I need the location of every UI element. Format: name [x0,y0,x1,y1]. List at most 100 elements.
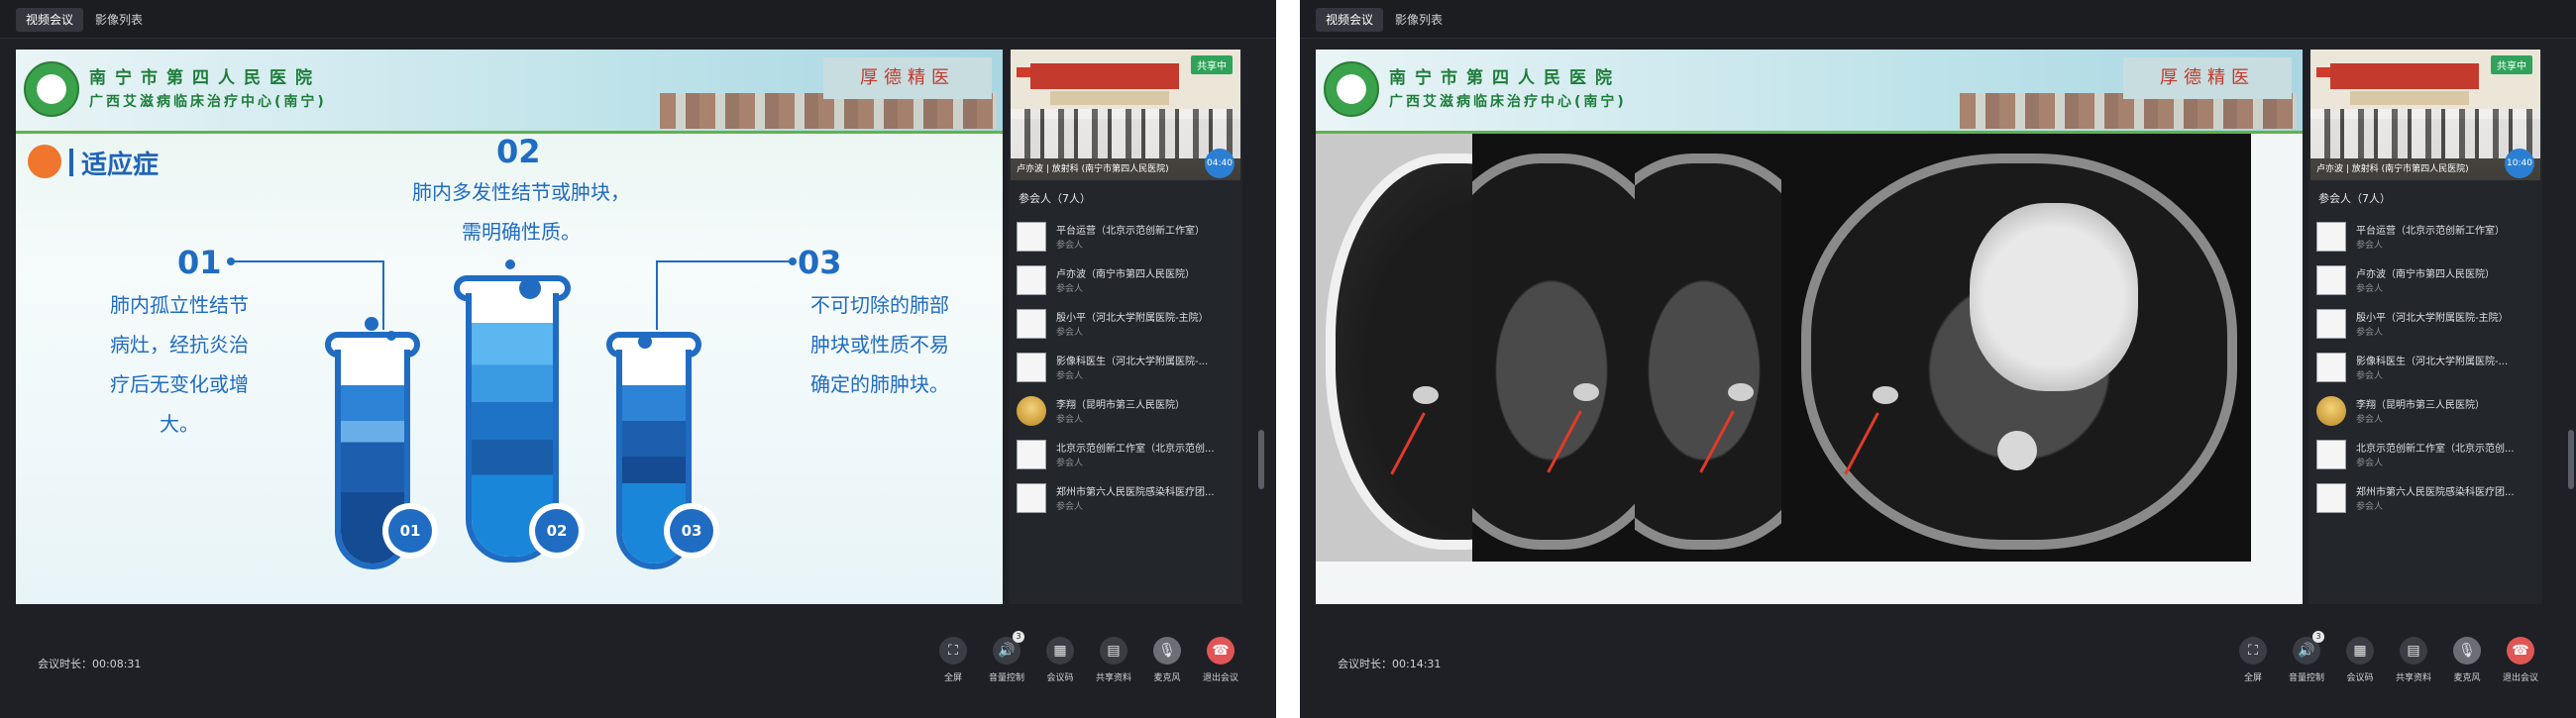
participant-item[interactable]: 平台运营（北京示范创新工作室） 参会人 [2316,220,2536,263]
microphone-icon: 🎙 [2453,637,2481,665]
meeting-code-button[interactable]: ▦ 会议码 [1040,637,1080,683]
participant-name: 影像科医生（河北大学附属医院-... [2356,357,2509,367]
avatar [2316,222,2346,252]
ct-spine [1997,431,2037,470]
hospital-name: 南宁市第四人民医院 [1389,68,1621,88]
timer-badge: 10:40 [2505,149,2534,178]
tab-image-list[interactable]: 影像列表 [1385,8,1452,32]
tab-video-meeting[interactable]: 视频会议 [16,8,84,32]
participant-name: 殷小平（河北大学附属医院-主院） [1056,313,1209,324]
speaker-video[interactable]: 共享中 卢亦波 | 放射科 (南宁市第四人民医院) 04:40 [1011,50,1240,180]
slide-header: 南宁市第四人民医院 广西艾滋病临床治疗中心(南宁) 厚德精医 [1316,50,2303,134]
item-03-line-3: 确定的肺肿块。 [810,372,949,396]
tube-label-03: 03 [664,503,719,559]
meeting-duration: 会议时长：00:08:31 [38,658,142,670]
fullscreen-icon: ⛶ [939,637,967,665]
tab-image-list[interactable]: 影像列表 [85,8,153,32]
magnifier-icon [28,145,61,178]
participant-item[interactable]: 郑州市第六人民医院感染科医疗团... 参会人 [1017,481,1236,525]
participant-name: 郑州市第六人民医院感染科医疗团... [2356,487,2515,498]
participant-name: 平台运营（北京示范创新工作室） [2356,226,2505,237]
speaker-video[interactable]: 共享中 卢亦波 | 放射科 (南宁市第四人民医院) 10:40 [2310,50,2540,180]
participant-item[interactable]: 卢亦波（南宁市第四人民医院） 参会人 [2316,263,2536,307]
participant-name: 李翔（昆明市第三人民医院） [2356,400,2485,411]
scrollbar[interactable] [1258,430,1264,489]
tube-01-bubble-2 [386,331,396,341]
share-material-button[interactable]: ▤ 共享资料 [2394,637,2433,683]
volume-button[interactable]: 🔊 3 音量控制 [2287,631,2326,683]
item-text-02: 肺内多发性结节或肿块， 需明确性质。 [373,172,670,252]
item-number-03: 03 [798,244,842,281]
ct-image-full-chest [1781,134,2251,562]
leave-meeting-button[interactable]: ☎ 退出会议 [2501,637,2540,683]
ct-chest [1635,154,1781,550]
scrollbar[interactable] [2568,430,2574,489]
avatar [2316,353,2346,382]
participant-role: 参会人 [2356,371,2384,381]
tab-bar: 视频会议 影像列表 [1300,0,2576,39]
participant-item[interactable]: 李翔（昆明市第三人民医院） 参会人 [1017,394,1236,438]
avatar [1017,396,1046,426]
participant-item[interactable]: 影像科医生（河北大学附属医院-... 参会人 [2316,351,2536,394]
volume-button[interactable]: 🔊 3 音量控制 [987,631,1026,683]
participant-role: 参会人 [2356,459,2384,468]
tab-video-meeting[interactable]: 视频会议 [1316,8,1384,32]
fullscreen-button[interactable]: ⛶ 全屏 [2233,637,2273,683]
participant-item[interactable]: 李翔（昆明市第三人民医院） 参会人 [2316,394,2536,438]
ct-nodule [1573,383,1599,401]
microphone-button[interactable]: 🎙 麦克风 [1147,637,1187,683]
participant-item[interactable]: 殷小平（河北大学附属医院-主院） 参会人 [2316,307,2536,351]
center-name: 广西艾滋病临床治疗中心(南宁) [1389,94,1627,110]
meeting-window-1: 视频会议 影像列表 南宁市第四人民医院 广西艾滋病临床治疗中心(南宁) 厚德精医… [0,0,1276,718]
hangup-icon: ☎ [1207,637,1234,665]
item-01-line-2: 病灶，经抗炎治 [110,333,249,357]
meeting-code-button[interactable]: ▦ 会议码 [2340,637,2380,683]
participant-role: 参会人 [1056,284,1084,294]
leave-meeting-button[interactable]: ☎ 退出会议 [1201,637,1240,683]
slide-title-text: 适应症 [81,151,160,180]
microphone-button[interactable]: 🎙 麦克风 [2447,637,2487,683]
avatar [1017,265,1046,295]
participant-role: 参会人 [1056,328,1084,338]
participant-item[interactable]: 殷小平（河北大学附属医院-主院） 参会人 [1017,307,1236,351]
tube-01-bubble [365,317,378,331]
ct-heart [1970,203,2138,391]
calligraphy-banner: 厚德精医 [2123,57,2292,99]
connector-03 [656,260,791,262]
fullscreen-button[interactable]: ⛶ 全屏 [933,637,973,683]
tube-02-bubble [519,277,541,299]
participant-item[interactable]: 影像科医生（河北大学附属医院-... 参会人 [1017,351,1236,394]
ct-chest [1326,154,1472,550]
sharing-badge: 共享中 [2491,55,2532,74]
participant-item[interactable]: 北京示范创新工作室（北京示范创... 参会人 [1017,438,1236,481]
video-attendees [1011,109,1240,158]
participant-item[interactable]: 郑州市第六人民医院感染科医疗团... 参会人 [2316,481,2536,525]
item-03-line-2: 肿块或性质不易 [810,333,949,357]
participant-item[interactable]: 北京示范创新工作室（北京示范创... 参会人 [2316,438,2536,481]
calligraphy-banner: 厚德精医 [823,57,992,99]
duration-value: 00:14:31 [1392,658,1442,670]
item-02-line-2: 需明确性质。 [462,220,581,244]
meeting-duration: 会议时长：00:14:31 [1338,658,1442,670]
item-text-03: 不可切除的肺部 肿块或性质不易 确定的肺肿块。 [781,285,979,404]
control-bar: 会议时长：00:14:31 ⛶ 全屏 🔊 3 音量控制 ▦ 会议码 ▤ 共享资料 🎙 麦克风… [1300,622,2576,718]
sharing-badge: 共享中 [1191,55,1233,74]
participant-name: 卢亦波（南宁市第四人民医院） [2356,269,2495,280]
duration-value: 00:08:31 [92,658,142,670]
connector-01-down [382,260,384,330]
item-number-01: 01 [177,244,222,281]
participant-role: 参会人 [2356,284,2384,294]
video-banner [2330,63,2479,89]
participant-name: 北京示范创新工作室（北京示范创... [1056,444,1215,455]
participant-item[interactable]: 平台运营（北京示范创新工作室） 参会人 [1017,220,1236,263]
ct-image-mediastinal-2 [1635,134,1781,562]
avatar [2316,396,2346,426]
participant-name: 平台运营（北京示范创新工作室） [1056,226,1205,237]
share-material-button[interactable]: ▤ 共享资料 [1094,637,1133,683]
participant-role: 参会人 [1056,241,1084,251]
meeting-window-2: 视频会议 影像列表 南宁市第四人民医院 广西艾滋病临床治疗中心(南宁) 厚德精医 [1300,0,2576,718]
tube-label-01: 01 [382,503,438,559]
slide-header: 南宁市第四人民医院 广西艾滋病临床治疗中心(南宁) 厚德精医 [16,50,1003,134]
flag [1017,67,1030,77]
participant-item[interactable]: 卢亦波（南宁市第四人民医院） 参会人 [1017,263,1236,307]
